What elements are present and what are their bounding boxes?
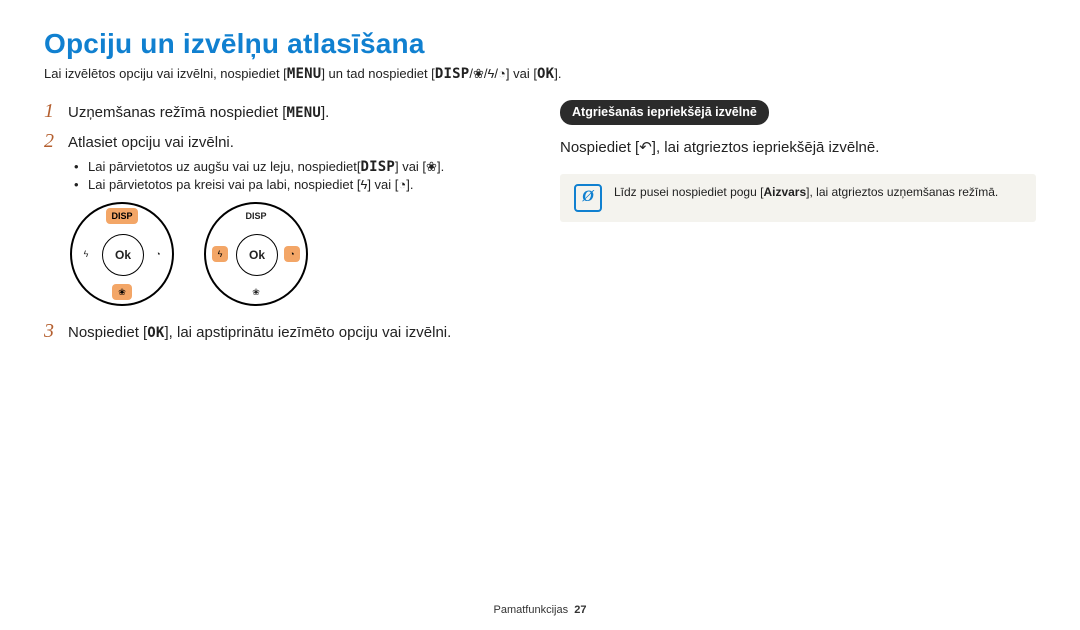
- dial-disp-button-2: DISP: [240, 208, 272, 224]
- left-column: 1 Uzņemšanas režīmā nospiediet [MENU]. 2…: [44, 100, 520, 349]
- flash-icon: ϟ: [487, 66, 494, 81]
- dial-ok-2: Ok: [236, 234, 278, 276]
- ok-label-inline: OK: [537, 66, 554, 82]
- menu-label-step1: MENU: [286, 105, 321, 121]
- timer-icon-dial1: ◔: [150, 246, 166, 262]
- dial-vertical: DISP ϟ ◔ ❀ Ok: [70, 202, 174, 306]
- right-column: Atgriešanās iepriekšējā izvēlnē Nospiedi…: [560, 100, 1036, 349]
- step-2-text: Atlasiet opciju vai izvēlni.: [68, 132, 234, 153]
- intro-t1: Lai izvēlētos opciju vai izvēlni, nospie…: [44, 66, 287, 81]
- step-3-text: Nospiediet [OK], lai apstiprinātu iezīmē…: [68, 322, 451, 344]
- flower-icon-dial1-highlighted: ❀: [112, 284, 132, 300]
- flower-icon: ❀: [473, 66, 484, 81]
- disp-label-inline: DISP: [435, 66, 470, 82]
- menu-label-inline: MENU: [287, 66, 322, 82]
- return-line: Nospiediet [↶], lai atgrieztos iepriekšē…: [560, 137, 1036, 158]
- flower-icon-dial2: ❀: [246, 284, 266, 300]
- page-title: Opciju un izvēlņu atlasīšana: [44, 28, 1036, 60]
- note-text: Līdz pusei nospiediet pogu [Aizvars], la…: [614, 184, 998, 201]
- page-footer: Pamatfunkcijas 27: [0, 604, 1080, 616]
- timer-icon: ◔: [498, 66, 506, 81]
- note-bold: Aizvars: [763, 185, 806, 199]
- dial-illustrations: DISP ϟ ◔ ❀ Ok DISP ϟ ◔ ❀ Ok: [70, 202, 520, 306]
- flash-icon-dial2-highlighted: ϟ: [212, 246, 228, 262]
- dial-disp-button-highlighted: DISP: [106, 208, 138, 224]
- bullet-2: • Lai pārvietotos pa kreisi vai pa labi,…: [74, 177, 520, 192]
- step-3-number: 3: [44, 320, 58, 343]
- info-icon: Ø: [574, 184, 602, 212]
- timer-icon-dial2-highlighted: ◔: [284, 246, 300, 262]
- step-1-text: Uzņemšanas režīmā nospiediet [MENU].: [68, 102, 329, 124]
- note-box: Ø Līdz pusei nospiediet pogu [Aizvars], …: [560, 174, 1036, 222]
- return-pill: Atgriešanās iepriekšējā izvēlnē: [560, 100, 769, 125]
- intro-t4: ].: [554, 66, 561, 81]
- disp-label-bullet: DISP: [360, 159, 395, 175]
- bullet-1: • Lai pārvietotos uz augšu vai uz leju, …: [74, 159, 520, 175]
- step-2-number: 2: [44, 130, 58, 153]
- intro-t3: ] vai [: [506, 66, 537, 81]
- intro-line: Lai izvēlētos opciju vai izvēlni, nospie…: [44, 66, 1036, 82]
- step-1-number: 1: [44, 100, 58, 123]
- dial-ok-1: Ok: [102, 234, 144, 276]
- flower-icon-bullet: ❀: [426, 159, 437, 174]
- ok-label-step3: OK: [147, 325, 164, 341]
- intro-t2: ] un tad nospiediet [: [321, 66, 434, 81]
- back-icon: ↶: [639, 139, 652, 156]
- flash-icon-dial1: ϟ: [78, 246, 94, 262]
- dial-horizontal: DISP ϟ ◔ ❀ Ok: [204, 202, 308, 306]
